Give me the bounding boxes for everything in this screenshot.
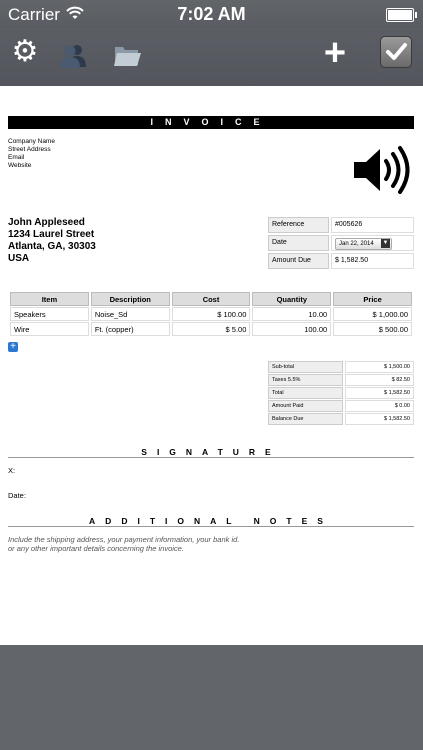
taxes-value: $ 82.50 [345,374,414,386]
balance-due-value: $ 1,582.50 [345,413,414,425]
header-cost: Cost [171,292,251,306]
date-label: Date [268,235,329,251]
reference-field[interactable]: #005626 [331,217,414,233]
subtotal-row: Sub-total $ 1,500.00 [268,361,414,373]
cell-cost[interactable]: $ 100.00 [171,307,251,321]
cell-price[interactable]: $ 1,000.00 [333,307,412,321]
total-row: Total $ 1,582.50 [268,387,414,399]
document-top [0,86,423,105]
gear-icon[interactable]: ⚙ [10,37,40,67]
cell-quantity[interactable]: 100.00 [252,322,332,336]
date-value: Jan 22, 2014 [339,241,374,247]
signature-title: SIGNATURE [8,447,414,458]
folder-icon[interactable] [112,40,142,70]
client-city: Atlanta, GA, 30303 [8,241,96,252]
plus-icon[interactable]: + [318,34,352,72]
additional-notes-title: ADDITIONAL NOTES [8,516,414,527]
company-info: Company Name Street Address Email Websit… [8,138,55,170]
amount-paid-row: Amount Paid $ 0.00 [268,400,414,412]
balance-due-label: Balance Due [268,413,343,425]
balance-due-row: Balance Due $ 1,582.50 [268,413,414,425]
clock: 7:02 AM [177,4,246,24]
client-street: 1234 Laurel Street [8,229,95,240]
taxes-label: Taxes 5.5% [268,374,343,386]
signature-x-label: X: [8,466,16,475]
cell-description[interactable]: Ft. (copper) [90,322,170,336]
speaker-icon[interactable] [352,145,414,195]
company-street: Street Address [8,146,51,153]
cell-price[interactable]: $ 500.00 [333,322,412,336]
header-quantity: Quantity [252,292,332,306]
cell-quantity[interactable]: 10.00 [252,307,332,321]
date-field[interactable]: Jan 22, 2014 ▼ [331,235,414,251]
bottom-background [0,645,423,750]
add-row-button[interactable]: + [8,342,18,352]
reference-row: Reference #005626 [268,217,414,233]
totals-panel: Sub-total $ 1,500.00 Taxes 5.5% $ 82.50 … [268,361,414,426]
company-website: Website [8,162,32,169]
cell-item[interactable]: Wire [10,322,89,336]
client-country: USA [8,253,30,264]
amount-due-row: Amount Due $ 1,582.50 [268,253,414,269]
company-email: Email [8,154,25,161]
signature-date-label: Date: [8,491,26,500]
reference-label: Reference [268,217,329,233]
battery-icon [386,8,417,22]
notes-line-1: Include the shipping address, your payme… [8,535,240,544]
taxes-row: Taxes 5.5% $ 82.50 [268,374,414,386]
table-row[interactable]: Speakers Noise_Sd $ 100.00 10.00 $ 1,000… [10,307,412,321]
header-item: Item [10,292,89,306]
company-name: Company Name [8,138,55,145]
total-label: Total [268,387,343,399]
notes-line-2: or any other important details concernin… [8,544,184,553]
notes-text[interactable]: Include the shipping address, your payme… [8,535,414,553]
amount-paid-value[interactable]: $ 0.00 [345,400,414,412]
client-name: John Appleseed [8,217,85,228]
amount-due-value: $ 1,582.50 [331,253,414,269]
table-header-row: Item Description Cost Quantity Price [10,292,412,306]
items-table: Item Description Cost Quantity Price Spe… [8,291,414,337]
amount-paid-label: Amount Paid [268,400,343,412]
header-price: Price [333,292,412,306]
table-row[interactable]: Wire Ft. (copper) $ 5.00 100.00 $ 500.00 [10,322,412,336]
subtotal-label: Sub-total [268,361,343,373]
amount-due-label: Amount Due [268,253,329,269]
date-row: Date Jan 22, 2014 ▼ [268,235,414,251]
cell-cost[interactable]: $ 5.00 [171,322,251,336]
checkmark-icon[interactable] [380,36,412,68]
users-icon[interactable] [58,40,88,70]
cell-description[interactable]: Noise_Sd [90,307,170,321]
total-value: $ 1,582.50 [345,387,414,399]
cell-item[interactable]: Speakers [10,307,89,321]
dropdown-arrow-icon[interactable]: ▼ [381,239,390,248]
subtotal-value: $ 1,500.00 [345,361,414,373]
client-address: John Appleseed 1234 Laurel Street Atlant… [8,217,96,265]
header-description: Description [90,292,170,306]
invoice-title: INVOICE [8,116,414,129]
status-bar: Carrier 7:02 AM [0,0,423,28]
toolbar: ⚙ + [0,28,423,87]
date-picker[interactable]: Jan 22, 2014 ▼ [335,238,392,250]
invoice-meta: Reference #005626 Date Jan 22, 2014 ▼ Am… [268,217,414,271]
